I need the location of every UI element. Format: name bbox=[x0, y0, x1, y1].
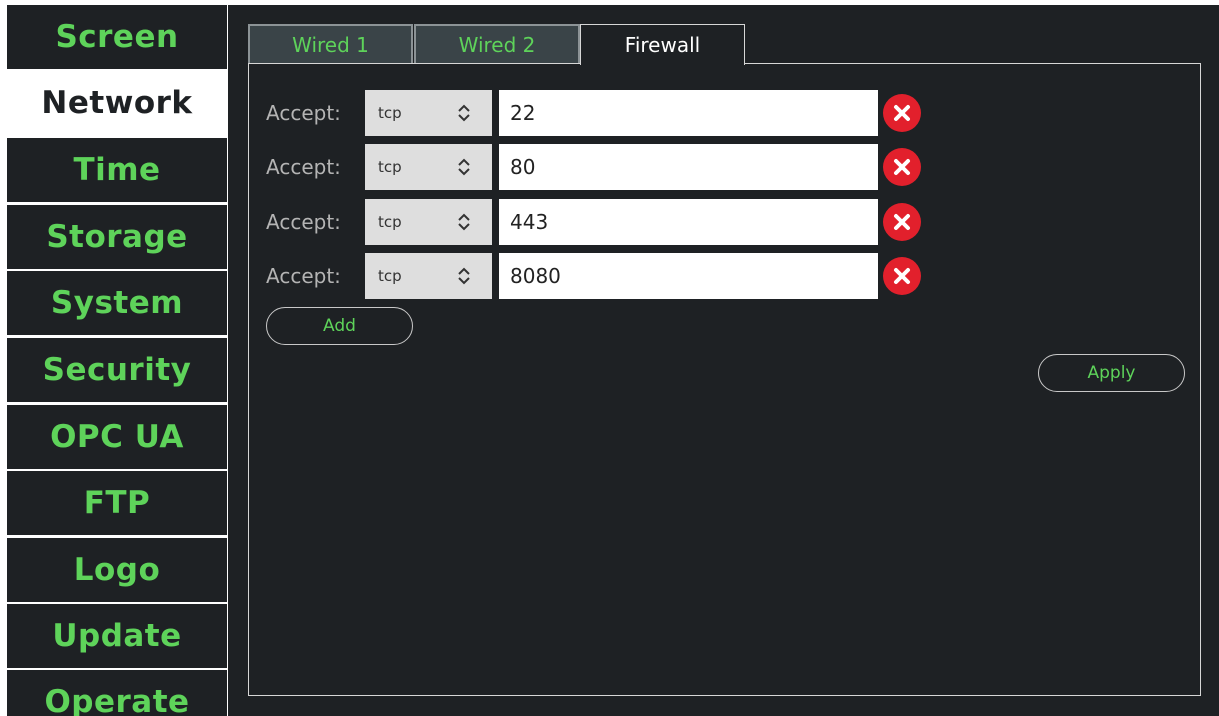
rule-action-label: Accept: bbox=[266, 155, 341, 179]
sidebar-item-network[interactable]: Network bbox=[7, 71, 227, 135]
protocol-value: tcp bbox=[378, 104, 402, 122]
up-down-chevron-icon bbox=[458, 104, 470, 122]
sidebar-item-ftp[interactable]: FTP bbox=[7, 471, 227, 535]
add-rule-button[interactable]: Add bbox=[266, 307, 413, 345]
sidebar-item-opc-ua[interactable]: OPC UA bbox=[7, 405, 227, 469]
protocol-select[interactable]: tcp bbox=[365, 199, 492, 245]
sidebar-item-logo[interactable]: Logo bbox=[7, 538, 227, 602]
settings-window: Screen Network Time Storage System Secur… bbox=[0, 0, 1219, 716]
tab-wired-1[interactable]: Wired 1 bbox=[248, 24, 413, 64]
sidebar-item-update[interactable]: Update bbox=[7, 604, 227, 668]
protocol-value: tcp bbox=[378, 158, 402, 176]
apply-button[interactable]: Apply bbox=[1038, 354, 1185, 392]
remove-rule-icon[interactable] bbox=[882, 202, 922, 242]
up-down-chevron-icon bbox=[458, 213, 470, 231]
sidebar-item-security[interactable]: Security bbox=[7, 338, 227, 402]
port-input[interactable] bbox=[499, 253, 878, 299]
port-input[interactable] bbox=[499, 199, 878, 245]
sidebar-item-system[interactable]: System bbox=[7, 271, 227, 335]
up-down-chevron-icon bbox=[458, 158, 470, 176]
remove-rule-icon[interactable] bbox=[882, 93, 922, 133]
remove-rule-icon[interactable] bbox=[882, 147, 922, 187]
port-input[interactable] bbox=[499, 144, 878, 190]
protocol-select[interactable]: tcp bbox=[365, 144, 492, 190]
sidebar: Screen Network Time Storage System Secur… bbox=[7, 5, 227, 716]
rule-action-label: Accept: bbox=[266, 210, 341, 234]
protocol-value: tcp bbox=[378, 267, 402, 285]
port-input[interactable] bbox=[499, 90, 878, 136]
sidebar-item-operate[interactable]: Operate bbox=[7, 670, 227, 716]
tab-firewall[interactable]: Firewall bbox=[580, 24, 745, 65]
rule-action-label: Accept: bbox=[266, 101, 341, 125]
up-down-chevron-icon bbox=[458, 267, 470, 285]
rule-action-label: Accept: bbox=[266, 264, 341, 288]
sidebar-item-storage[interactable]: Storage bbox=[7, 205, 227, 269]
remove-rule-icon[interactable] bbox=[882, 256, 922, 296]
sidebar-item-time[interactable]: Time bbox=[7, 138, 227, 202]
tab-wired-2[interactable]: Wired 2 bbox=[414, 24, 580, 64]
network-settings-panel: Wired 1 Wired 2 Firewall Accept: tcp 22 … bbox=[228, 5, 1219, 716]
protocol-select[interactable]: tcp bbox=[365, 90, 492, 136]
protocol-value: tcp bbox=[378, 213, 402, 231]
protocol-select[interactable]: tcp bbox=[365, 253, 492, 299]
sidebar-item-screen[interactable]: Screen bbox=[7, 5, 227, 69]
